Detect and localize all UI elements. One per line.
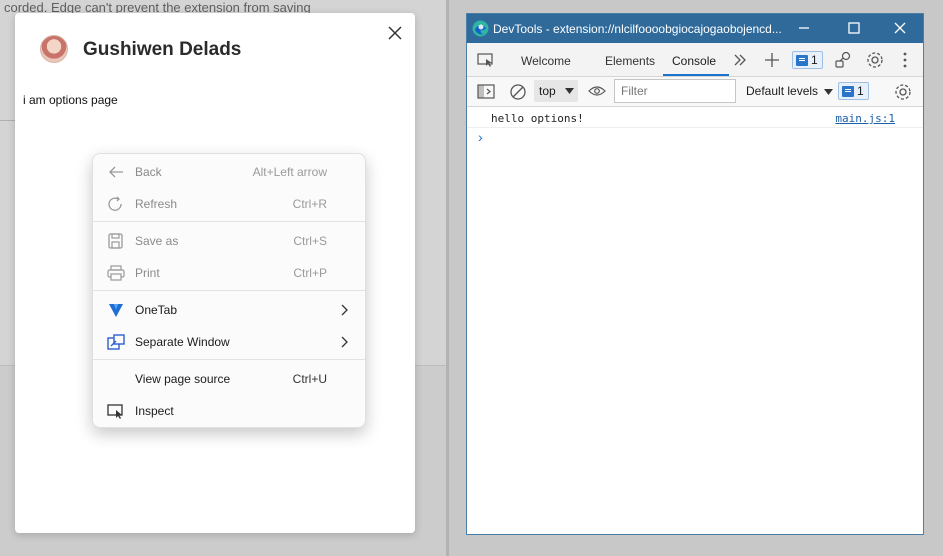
- menu-item-label: Print: [135, 266, 160, 280]
- menu-separator: [93, 221, 365, 222]
- save-icon: [108, 233, 123, 249]
- options-page-text: i am options page: [23, 93, 118, 107]
- tab-welcome[interactable]: Welcome: [521, 54, 571, 68]
- console-message-source-link[interactable]: main.js:1: [835, 112, 895, 125]
- dropdown-arrow-icon: [565, 88, 574, 94]
- devtools-window: DevTools - extension://nlcilfoooobgiocaj…: [466, 13, 924, 535]
- message-icon: [796, 54, 808, 66]
- devtools-tabbar: Welcome Elements Console 1: [467, 43, 923, 77]
- console-message-text: hello options!: [491, 112, 584, 125]
- active-tab-indicator: [663, 74, 729, 76]
- console-toolbar: top Default levels 1: [467, 77, 923, 107]
- menu-item-shortcut: Alt+Left arrow: [252, 165, 327, 179]
- background-divider-line: [0, 120, 16, 121]
- dropdown-arrow-icon: [824, 89, 834, 95]
- maximize-icon[interactable]: [847, 21, 861, 35]
- minimize-icon[interactable]: [797, 21, 811, 35]
- menu-item-label: Inspect: [135, 404, 174, 418]
- inspect-icon: [107, 404, 123, 419]
- log-levels-dropdown[interactable]: Default levels: [746, 84, 834, 98]
- sidebar-toggle-icon[interactable]: [477, 84, 495, 100]
- console-prompt[interactable]: ›: [478, 129, 483, 145]
- menu-item-save-as[interactable]: Save as Ctrl+S: [97, 226, 363, 256]
- chevron-right-icon: [341, 304, 348, 316]
- menu-item-shortcut: Ctrl+S: [293, 234, 327, 248]
- avatar: [40, 35, 68, 63]
- dialog-title: Gushiwen Delads: [83, 39, 242, 60]
- menu-item-shortcut: Ctrl+U: [292, 372, 327, 386]
- messages-count: 1: [857, 84, 864, 98]
- menu-item-refresh[interactable]: Refresh Ctrl+R: [97, 189, 363, 219]
- menu-item-separate-window[interactable]: Separate Window: [97, 327, 363, 357]
- close-button[interactable]: [385, 23, 405, 43]
- devtools-titlebar[interactable]: DevTools - extension://nlcilfoooobgiocaj…: [467, 14, 923, 43]
- context-menu: Back Alt+Left arrow Refresh Ctrl+R Save …: [92, 153, 366, 428]
- more-options-icon[interactable]: [901, 51, 909, 69]
- settings-gear-icon[interactable]: [866, 51, 884, 69]
- menu-item-shortcut: Ctrl+P: [293, 266, 327, 280]
- window-close-icon[interactable]: [893, 21, 907, 35]
- console-message: hello options! main.js:1: [467, 109, 923, 128]
- menu-item-onetab[interactable]: OneTab: [97, 295, 363, 325]
- devtools-title: DevTools - extension://nlcilfoooobgiocaj…: [493, 22, 782, 36]
- clear-console-icon[interactable]: [509, 83, 527, 101]
- chevron-right-icon: [341, 336, 348, 348]
- tab-elements[interactable]: Elements: [605, 54, 655, 68]
- menu-item-label: Refresh: [135, 197, 178, 211]
- context-selector-value: top: [539, 84, 556, 98]
- message-icon: [842, 85, 854, 97]
- close-icon: [388, 26, 402, 40]
- live-expression-eye-icon[interactable]: [588, 84, 606, 98]
- menu-item-inspect[interactable]: Inspect: [97, 396, 363, 426]
- separate-window-icon: [107, 334, 125, 350]
- log-levels-label: Default levels: [746, 84, 819, 98]
- printer-icon: [107, 265, 125, 281]
- onetab-icon: [109, 304, 123, 317]
- device-toolbar-icon[interactable]: [477, 52, 495, 68]
- issues-badge[interactable]: 1: [792, 51, 823, 69]
- console-settings-gear-icon[interactable]: [894, 83, 912, 101]
- menu-separator: [93, 359, 365, 360]
- context-selector[interactable]: top: [534, 80, 578, 102]
- tab-console[interactable]: Console: [672, 54, 716, 68]
- back-arrow-icon: [109, 166, 123, 178]
- menu-item-label: Back: [135, 165, 162, 179]
- menu-separator: [93, 290, 365, 291]
- menu-item-view-source[interactable]: View page source Ctrl+U: [97, 364, 363, 394]
- edge-logo-icon: [472, 20, 489, 37]
- filter-input[interactable]: [614, 79, 736, 103]
- menu-item-shortcut: Ctrl+R: [292, 197, 327, 211]
- connection-icon[interactable]: [834, 51, 852, 69]
- menu-item-back[interactable]: Back Alt+Left arrow: [97, 157, 363, 187]
- issues-count: 1: [811, 53, 818, 67]
- menu-item-label: Save as: [135, 234, 179, 248]
- refresh-icon: [108, 196, 122, 211]
- menu-item-label: View page source: [135, 372, 231, 386]
- menu-item-label: Separate Window: [135, 335, 230, 349]
- menu-item-print[interactable]: Print Ctrl+P: [97, 258, 363, 288]
- more-tabs-icon[interactable]: [733, 53, 747, 67]
- menu-item-label: OneTab: [135, 303, 178, 317]
- add-tab-icon[interactable]: [764, 52, 780, 68]
- messages-badge[interactable]: 1: [838, 82, 869, 100]
